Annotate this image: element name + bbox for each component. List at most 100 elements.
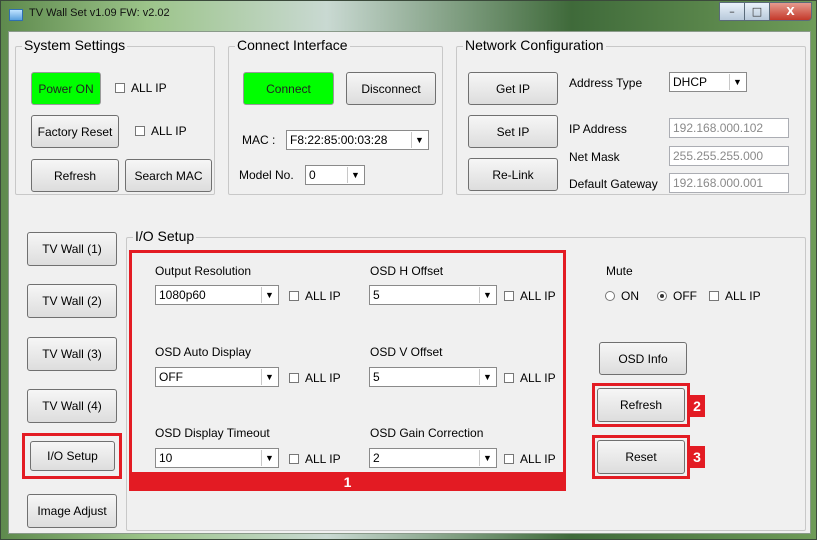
default-gateway-field[interactable]: 192.168.000.001 <box>669 173 789 193</box>
relink-button[interactable]: Re-Link <box>468 158 558 191</box>
minimize-icon[interactable]: – <box>719 2 745 21</box>
search-mac-button[interactable]: Search MAC <box>125 159 212 192</box>
disconnect-button[interactable]: Disconnect <box>346 72 436 105</box>
app-icon <box>9 9 23 21</box>
chevron-down-icon: ▼ <box>261 287 277 303</box>
ip-address-label: IP Address <box>569 122 627 136</box>
osd-h-offset-label: OSD H Offset <box>370 264 444 278</box>
model-value: 0 <box>309 168 316 182</box>
osd-info-button[interactable]: OSD Info <box>599 342 687 375</box>
net-mask-field[interactable]: 255.255.255.000 <box>669 146 789 166</box>
tv-wall-4-button[interactable]: TV Wall (4) <box>27 389 117 423</box>
radio-label: OFF <box>673 289 697 303</box>
client-area: System Settings Power ON ALL IP Factory … <box>8 31 811 534</box>
checkbox-box <box>504 454 514 464</box>
chevron-down-icon: ▼ <box>261 450 277 466</box>
mute-all-ip-checkbox[interactable]: ALL IP <box>709 289 761 303</box>
chevron-down-icon: ▼ <box>411 132 427 148</box>
mac-select[interactable]: F8:22:85:00:03:28 ▼ <box>286 130 429 150</box>
io-refresh-button[interactable]: Refresh <box>597 388 685 422</box>
checkbox-box <box>289 454 299 464</box>
output-resolution-all-ip-checkbox[interactable]: ALL IP <box>289 289 341 303</box>
address-type-select[interactable]: DHCP ▼ <box>669 72 747 92</box>
osd-h-offset-select[interactable]: 5 ▼ <box>369 285 497 305</box>
osd-auto-display-value: OFF <box>159 370 183 384</box>
osd-auto-display-all-ip-checkbox[interactable]: ALL IP <box>289 371 341 385</box>
system-settings-group: System Settings Power ON ALL IP Factory … <box>15 37 215 195</box>
window-controls: – □ X <box>719 2 812 21</box>
osd-display-timeout-label: OSD Display Timeout <box>155 426 270 440</box>
power-all-ip-checkbox[interactable]: ALL IP <box>115 81 167 95</box>
reset-button[interactable]: Reset <box>597 440 685 474</box>
network-configuration-legend: Network Configuration <box>463 37 606 53</box>
mute-on-radio[interactable]: ON <box>605 289 639 303</box>
ip-address-field[interactable]: 192.168.000.102 <box>669 118 789 138</box>
checkbox-box <box>504 373 514 383</box>
radio-dot <box>605 291 615 301</box>
image-adjust-button[interactable]: Image Adjust <box>27 494 117 528</box>
net-mask-label: Net Mask <box>569 150 620 164</box>
factory-reset-button[interactable]: Factory Reset <box>31 115 119 148</box>
osd-v-offset-all-ip-checkbox[interactable]: ALL IP <box>504 371 556 385</box>
osd-gain-correction-all-ip-checkbox[interactable]: ALL IP <box>504 452 556 466</box>
mute-off-radio[interactable]: OFF <box>657 289 697 303</box>
output-resolution-label: Output Resolution <box>155 264 252 278</box>
factory-all-ip-checkbox[interactable]: ALL IP <box>135 124 187 138</box>
checkbox-label: ALL IP <box>131 81 167 95</box>
checkbox-box <box>709 291 719 301</box>
close-icon[interactable]: X <box>769 2 812 21</box>
tv-wall-2-button[interactable]: TV Wall (2) <box>27 284 117 318</box>
address-type-value: DHCP <box>673 75 708 89</box>
osd-display-timeout-select[interactable]: 10 ▼ <box>155 448 279 468</box>
address-type-label: Address Type <box>569 76 643 90</box>
output-resolution-select[interactable]: 1080p60 ▼ <box>155 285 279 305</box>
osd-gain-correction-label: OSD Gain Correction <box>370 426 484 440</box>
get-ip-button[interactable]: Get IP <box>468 72 558 105</box>
osd-display-timeout-value: 10 <box>159 451 173 465</box>
model-select[interactable]: 0 ▼ <box>305 165 365 185</box>
chevron-down-icon: ▼ <box>347 167 363 183</box>
mute-label: Mute <box>606 264 633 278</box>
chevron-down-icon: ▼ <box>729 74 745 90</box>
osd-h-offset-all-ip-checkbox[interactable]: ALL IP <box>504 289 556 303</box>
radio-label: ON <box>621 289 639 303</box>
chevron-down-icon: ▼ <box>479 369 495 385</box>
power-on-button[interactable]: Power ON <box>31 72 101 105</box>
checkbox-label: ALL IP <box>520 371 556 385</box>
osd-gain-correction-select[interactable]: 2 ▼ <box>369 448 497 468</box>
io-setup-button[interactable]: I/O Setup <box>30 441 115 471</box>
osd-display-timeout-all-ip-checkbox[interactable]: ALL IP <box>289 452 341 466</box>
osd-v-offset-select[interactable]: 5 ▼ <box>369 367 497 387</box>
default-gateway-label: Default Gateway <box>569 177 658 191</box>
window-frame: TV Wall Set v1.09 FW: v2.02 – □ X System… <box>0 0 817 540</box>
window-title: TV Wall Set v1.09 FW: v2.02 <box>29 7 170 19</box>
radio-dot-selected <box>657 291 667 301</box>
tv-wall-1-button[interactable]: TV Wall (1) <box>27 232 117 266</box>
tv-wall-3-button[interactable]: TV Wall (3) <box>27 337 117 371</box>
checkbox-box <box>135 126 145 136</box>
connect-interface-group: Connect Interface Connect Disconnect MAC… <box>228 37 443 195</box>
osd-auto-display-label: OSD Auto Display <box>155 345 252 359</box>
checkbox-label: ALL IP <box>520 289 556 303</box>
osd-v-offset-label: OSD V Offset <box>370 345 443 359</box>
mac-label: MAC : <box>242 133 276 147</box>
checkbox-label: ALL IP <box>305 452 341 466</box>
checkbox-label: ALL IP <box>305 289 341 303</box>
checkbox-box <box>289 291 299 301</box>
set-ip-button[interactable]: Set IP <box>468 115 558 148</box>
osd-h-offset-value: 5 <box>373 288 380 302</box>
connect-button[interactable]: Connect <box>243 72 334 105</box>
badge-2: 2 <box>689 395 705 417</box>
connect-interface-legend: Connect Interface <box>235 37 350 53</box>
title-bar[interactable]: TV Wall Set v1.09 FW: v2.02 – □ X <box>1 1 817 29</box>
checkbox-box <box>504 291 514 301</box>
osd-v-offset-value: 5 <box>373 370 380 384</box>
checkbox-label: ALL IP <box>151 124 187 138</box>
checkbox-label: ALL IP <box>305 371 341 385</box>
refresh-button[interactable]: Refresh <box>31 159 119 192</box>
checkbox-box <box>115 83 125 93</box>
maximize-icon[interactable]: □ <box>744 2 770 21</box>
checkbox-label: ALL IP <box>725 289 761 303</box>
badge-3: 3 <box>689 446 705 468</box>
osd-auto-display-select[interactable]: OFF ▼ <box>155 367 279 387</box>
